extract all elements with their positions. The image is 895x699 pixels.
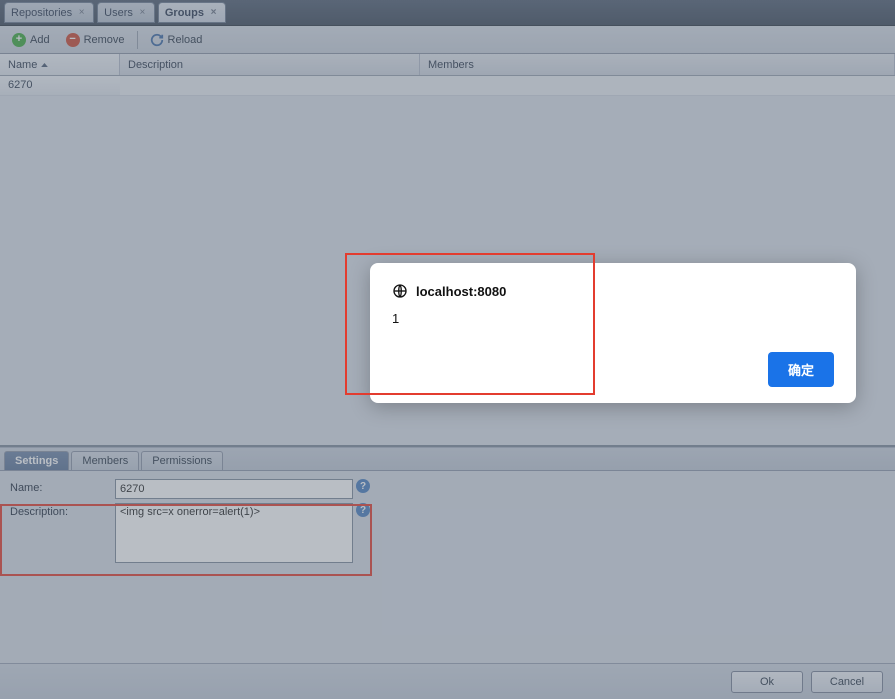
tab-label: Users <box>104 7 133 19</box>
detail-tab-bar: Settings Members Permissions <box>0 447 895 471</box>
top-tab-bar: Repositories × Users × Groups × <box>0 0 895 26</box>
toolbar: + Add − Remove Reload <box>0 26 895 54</box>
sort-asc-icon <box>41 63 48 67</box>
remove-button[interactable]: − Remove <box>60 31 131 49</box>
column-label: Members <box>428 59 474 71</box>
app-root: Repositories × Users × Groups × + Add − … <box>0 0 895 699</box>
cell-name: 6270 <box>0 76 120 95</box>
description-label: Description: <box>10 503 115 518</box>
help-icon[interactable]: ? <box>356 479 370 493</box>
alert-origin: localhost:8080 <box>416 284 506 299</box>
tab-label: Settings <box>15 455 58 467</box>
tab-users[interactable]: Users × <box>97 2 155 23</box>
tab-repositories[interactable]: Repositories × <box>4 2 94 23</box>
add-button[interactable]: + Add <box>6 31 56 49</box>
name-label: Name: <box>10 479 115 494</box>
tab-label: Repositories <box>11 7 72 19</box>
tab-label: Permissions <box>152 455 212 467</box>
button-label: Add <box>30 34 50 46</box>
name-input[interactable] <box>115 479 353 499</box>
tab-label: Members <box>82 455 128 467</box>
minus-icon: − <box>66 33 80 47</box>
globe-icon <box>392 283 408 299</box>
ok-button[interactable]: Ok <box>731 671 803 693</box>
cancel-button[interactable]: Cancel <box>811 671 883 693</box>
reload-button[interactable]: Reload <box>144 31 209 49</box>
alert-actions: 确定 <box>392 352 834 387</box>
separator <box>137 31 138 49</box>
tab-groups[interactable]: Groups × <box>158 2 226 23</box>
tab-members[interactable]: Members <box>71 451 139 470</box>
help-icon[interactable]: ? <box>356 503 370 517</box>
reload-icon <box>150 33 164 47</box>
description-input[interactable] <box>115 503 353 563</box>
button-bar: Ok Cancel <box>0 663 895 699</box>
tab-permissions[interactable]: Permissions <box>141 451 223 470</box>
column-label: Description <box>128 59 183 71</box>
close-icon[interactable]: × <box>208 7 219 18</box>
table-row[interactable]: 6270 <box>0 76 895 96</box>
button-label: Reload <box>168 34 203 46</box>
alert-header: localhost:8080 <box>392 283 834 299</box>
alert-message: 1 <box>392 311 834 326</box>
alert-ok-button[interactable]: 确定 <box>768 352 834 387</box>
column-header-members[interactable]: Members <box>420 54 895 75</box>
settings-form: Name: ? Description: ? <box>0 471 895 663</box>
form-row-name: Name: ? <box>10 479 885 499</box>
button-label: Remove <box>84 34 125 46</box>
plus-icon: + <box>12 33 26 47</box>
tab-label: Groups <box>165 7 204 19</box>
column-header-name[interactable]: Name <box>0 54 120 75</box>
column-label: Name <box>8 59 37 71</box>
detail-panel: Settings Members Permissions Name: ? Des… <box>0 447 895 699</box>
form-row-description: Description: ? <box>10 503 885 563</box>
close-icon[interactable]: × <box>76 7 87 18</box>
tab-settings[interactable]: Settings <box>4 451 69 470</box>
grid-header: Name Description Members <box>0 54 895 76</box>
browser-alert-dialog: localhost:8080 1 确定 <box>370 263 856 403</box>
close-icon[interactable]: × <box>137 7 148 18</box>
column-header-description[interactable]: Description <box>120 54 420 75</box>
